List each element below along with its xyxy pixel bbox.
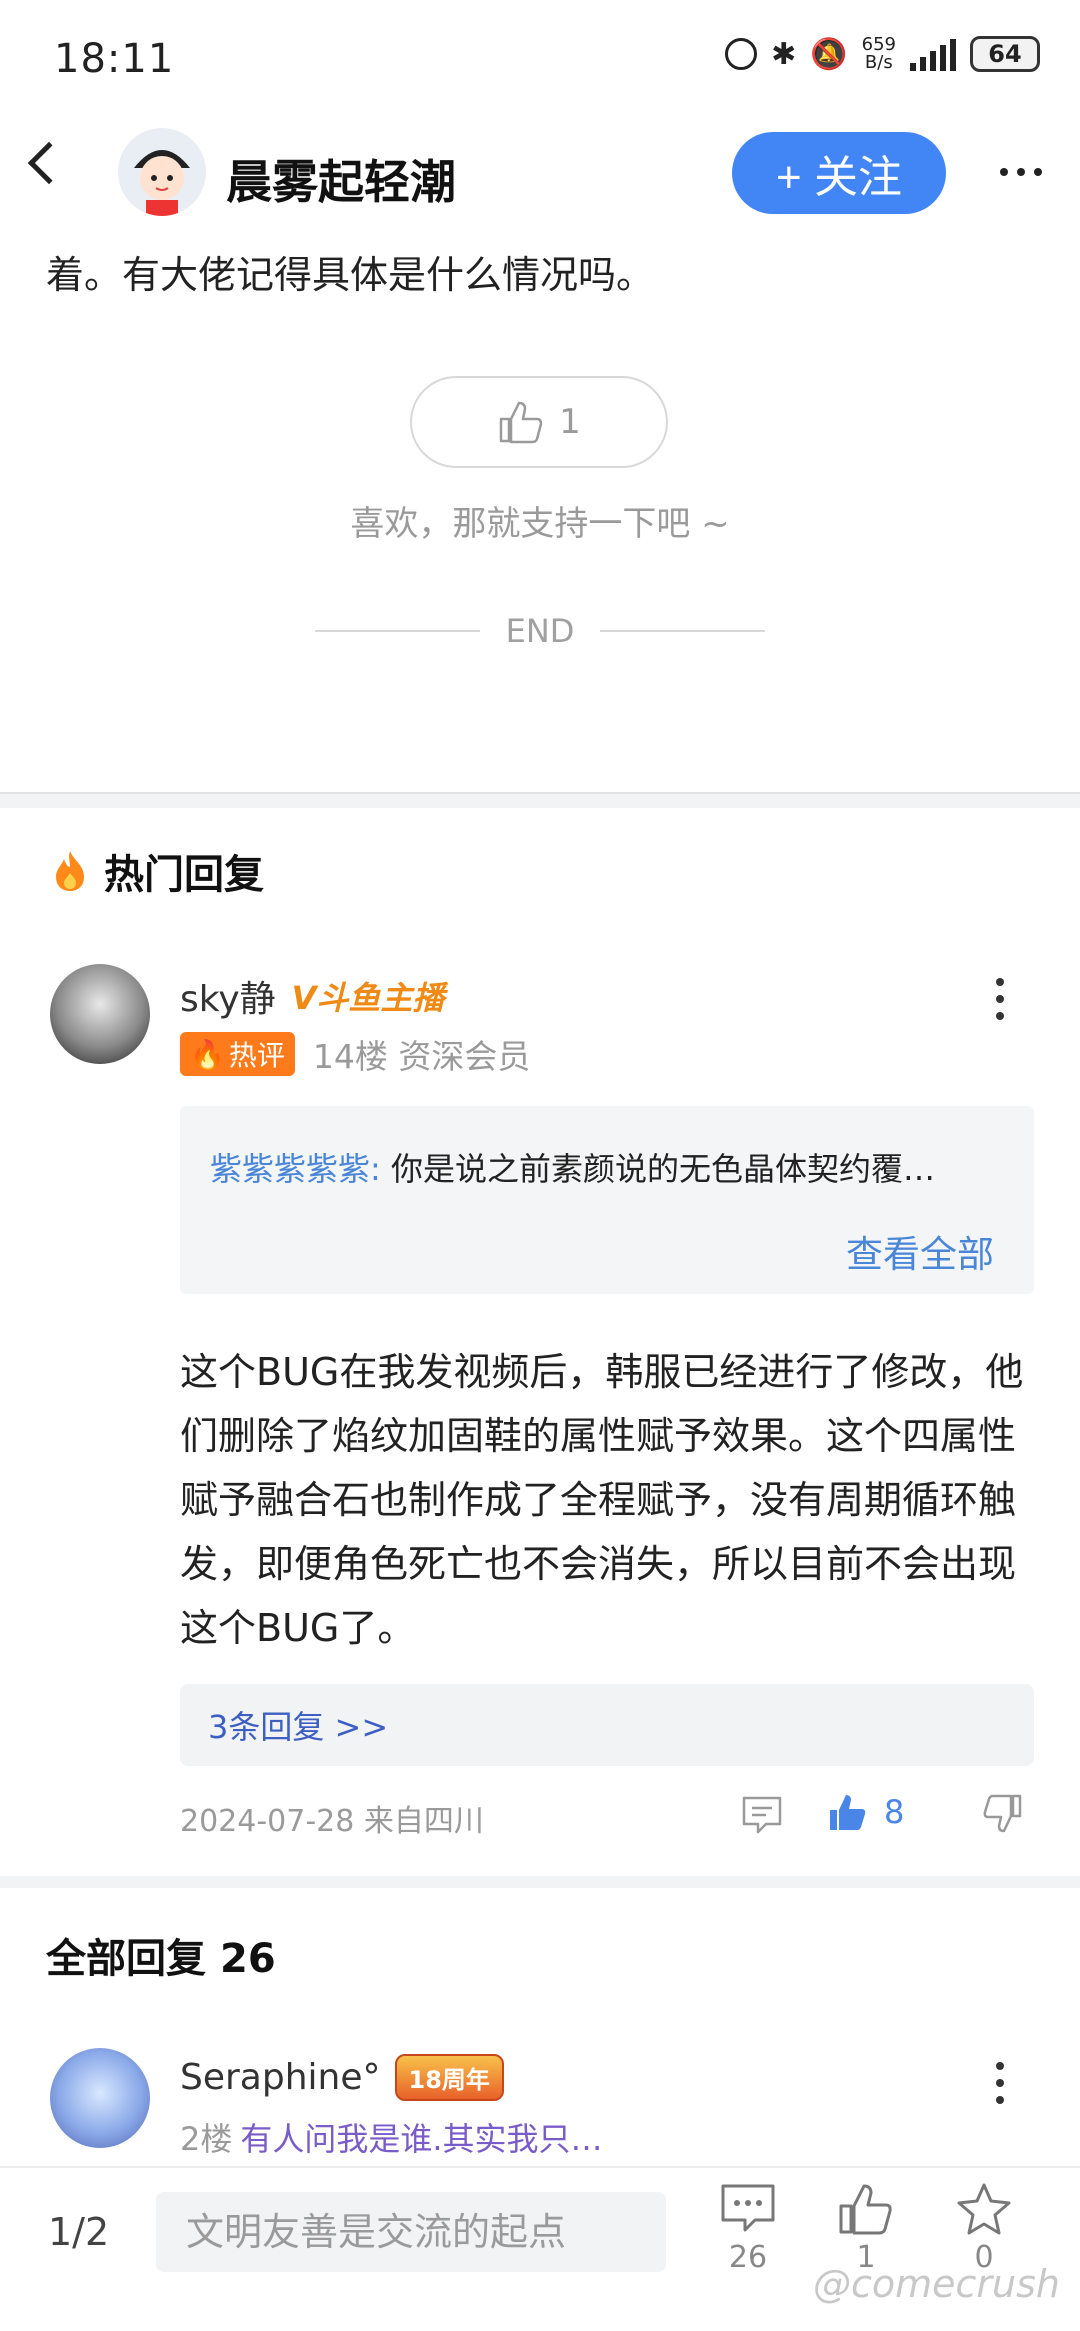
floor-number: 2楼 <box>180 2120 233 2158</box>
status-icons: ✱ 🔕 659 B/s 64 <box>725 36 1040 72</box>
comment-more-icon[interactable] <box>996 978 1004 1020</box>
comment-date-location: 2024-07-28 来自四川 <box>180 1804 484 1839</box>
all-replies-count: 26 <box>220 1936 276 1982</box>
quoted-reply: 紫紫紫紫紫: 你是说之前素颜说的无色晶体契约覆… <box>210 1144 1000 1190</box>
all-replies-title: 全部回复 26 <box>46 1936 276 1982</box>
comments-button[interactable]: 26 <box>708 2182 788 2275</box>
post-like-button[interactable]: 1 <box>410 376 668 468</box>
thumbs-up-icon <box>839 2184 892 2235</box>
divider <box>314 630 480 632</box>
reply-input[interactable] <box>156 2192 666 2272</box>
back-icon[interactable] <box>27 141 71 185</box>
reply-meta: 2楼 有人问我是谁.其实我只… <box>180 2114 603 2160</box>
alarm-icon <box>725 38 758 70</box>
comment-body: 这个BUG在我发视频后，韩服已经进行了修改，他们删除了焰纹加固鞋的属性赋予效果。… <box>180 1350 1024 1650</box>
see-all-link[interactable]: 查看全部 <box>846 1224 994 1278</box>
reply-icon[interactable] <box>740 1794 784 1840</box>
comments-count: 26 <box>728 2240 768 2275</box>
signal-icon <box>910 37 956 71</box>
section-separator <box>0 792 1080 808</box>
thumbs-down-icon[interactable] <box>980 1794 1022 1838</box>
streamer-badge: V斗鱼主播 <box>291 979 445 1017</box>
author-avatar[interactable] <box>118 128 206 216</box>
commenter-name[interactable]: Seraphine° <box>180 2057 381 2098</box>
post-like-count: 1 <box>559 402 581 442</box>
hot-replies-title: 热门回复 <box>50 842 264 900</box>
commenter-name-row: sky静 V斗鱼主播 <box>180 970 444 1022</box>
author-name[interactable]: 晨雾起轻潮 <box>226 146 456 212</box>
commenter-avatar[interactable] <box>50 2048 150 2148</box>
commenter-name-row: Seraphine° 18周年 <box>180 2054 504 2101</box>
thumbs-up-icon <box>830 1795 866 1830</box>
comment-more-icon[interactable] <box>996 2062 1004 2104</box>
net-speed: 659 B/s <box>861 34 896 73</box>
comment-icon <box>721 2184 775 2232</box>
page-indicator[interactable]: 1/2 <box>48 2210 109 2254</box>
reply-preview[interactable]: 有人问我是谁.其实我只… <box>240 2120 602 2158</box>
section-separator <box>0 1876 1080 1888</box>
divider <box>600 630 766 632</box>
commenter-name[interactable]: sky静 <box>180 970 276 1022</box>
like-hint: 喜欢，那就支持一下吧 ~ <box>350 504 730 544</box>
floor-info: 14楼 资深会员 <box>312 1037 531 1076</box>
fire-icon: 🔥 <box>190 1037 225 1071</box>
anniversary-badge: 18周年 <box>394 2054 504 2101</box>
commenter-avatar[interactable] <box>50 964 150 1064</box>
comment-like-button[interactable]: 8 <box>828 1792 904 1832</box>
comment-like-count: 8 <box>884 1793 905 1831</box>
more-options-icon[interactable] <box>1000 168 1042 176</box>
quoted-user[interactable]: 紫紫紫紫紫: <box>210 1150 381 1188</box>
view-replies-link[interactable]: 3条回复 >> <box>208 1702 388 1748</box>
end-marker: END <box>0 612 1080 650</box>
mute-icon: 🔕 <box>810 36 848 72</box>
post-text: 着。有大佬记得具体是什么情况吗。 <box>46 253 655 297</box>
star-icon <box>957 2183 1011 2235</box>
status-time: 18:11 <box>54 36 175 82</box>
bluetooth-icon: ✱ <box>771 36 797 72</box>
battery-icon: 64 <box>970 36 1040 72</box>
follow-button[interactable]: + 关注 <box>732 132 946 214</box>
thumbs-up-icon <box>499 401 543 444</box>
comment-meta: 🔥 热评 14楼 资深会员 <box>180 1030 530 1078</box>
hot-comment-tag: 🔥 热评 <box>180 1032 295 1076</box>
fire-icon <box>56 851 84 891</box>
quoted-text: 你是说之前素颜说的无色晶体契约覆… <box>390 1150 935 1188</box>
watermark: @comecrush <box>812 2262 1060 2306</box>
